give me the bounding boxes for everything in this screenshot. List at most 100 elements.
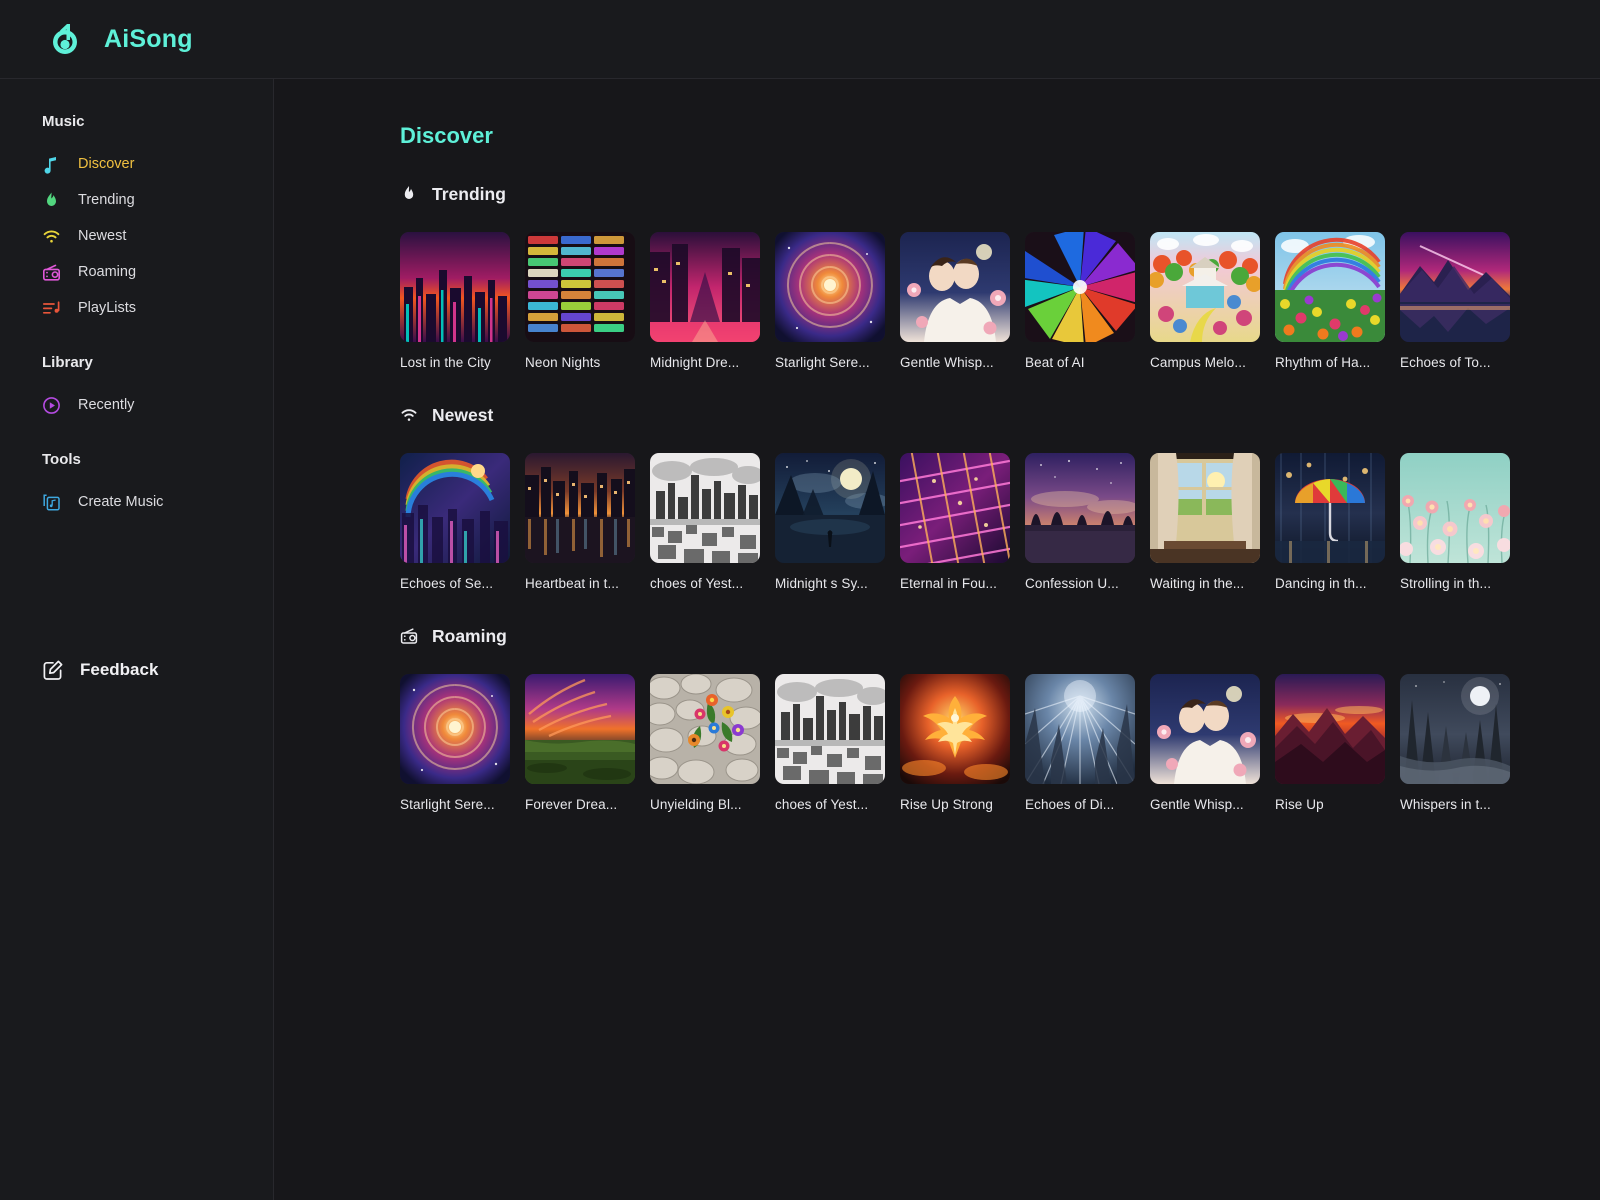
song-card[interactable]: Starlight Sere...	[775, 232, 885, 370]
song-card[interactable]: Echoes of To...	[1400, 232, 1510, 370]
album-art[interactable]	[1025, 453, 1135, 563]
card-title: Beat of AI	[1025, 355, 1085, 370]
card-title: Midnight s Sy...	[775, 576, 868, 591]
album-art[interactable]	[1400, 453, 1510, 563]
album-art[interactable]	[1025, 232, 1135, 342]
flame-icon	[42, 191, 61, 210]
album-art[interactable]	[1150, 232, 1260, 342]
card-title: Waiting in the...	[1150, 576, 1245, 591]
album-art[interactable]	[900, 232, 1010, 342]
song-card[interactable]: Echoes of Di...	[1025, 674, 1135, 812]
card-row-newest: Echoes of Se... Heartbeat in t... choes …	[400, 453, 1600, 591]
song-card[interactable]: Heartbeat in t...	[525, 453, 635, 591]
card-title: Starlight Sere...	[775, 355, 870, 370]
album-art[interactable]	[650, 453, 760, 563]
song-card[interactable]: Rise Up Strong	[900, 674, 1010, 812]
sidebar-item-recently[interactable]: Recently	[0, 387, 273, 423]
song-card[interactable]: Gentle Whisp...	[1150, 674, 1260, 812]
song-card[interactable]: Starlight Sere...	[400, 674, 510, 812]
section-newest: Newest Echoes of Se... Heartbeat in t...…	[400, 403, 1600, 591]
page-title: Discover	[400, 123, 493, 148]
album-art[interactable]	[900, 674, 1010, 784]
section-title: Newest	[432, 404, 494, 425]
sidebar-group-tools: Tools Create Music	[0, 451, 273, 520]
card-title: Echoes of Di...	[1025, 797, 1115, 812]
album-art[interactable]	[1400, 232, 1510, 342]
section-header: Newest	[400, 403, 1600, 427]
radio-icon	[42, 263, 61, 282]
song-card[interactable]: Neon Nights	[525, 232, 635, 370]
sidebar-item-label: Trending	[78, 192, 135, 208]
album-art[interactable]	[1275, 453, 1385, 563]
album-art[interactable]	[1150, 453, 1260, 563]
sidebar-group-music: Music Discover Trending Newest Roaming P…	[0, 113, 273, 326]
section-header: Trending	[400, 182, 1600, 206]
card-title: Gentle Whisp...	[1150, 797, 1244, 812]
section-roaming: Roaming Starlight Sere... Forever Drea..…	[400, 624, 1600, 812]
card-row-trending: Lost in the City Neon Nights Midnight Dr…	[400, 232, 1600, 370]
music-note-b-logo-icon[interactable]	[46, 20, 84, 58]
sidebar-group-title-music: Music	[42, 113, 85, 130]
album-art[interactable]	[775, 453, 885, 563]
album-art[interactable]	[400, 674, 510, 784]
card-title: Confession U...	[1025, 576, 1119, 591]
card-title: Whispers in t...	[1400, 797, 1491, 812]
album-art[interactable]	[650, 674, 760, 784]
song-card[interactable]: Midnight s Sy...	[775, 453, 885, 591]
card-title: Strolling in th...	[1400, 576, 1492, 591]
album-art[interactable]	[1275, 674, 1385, 784]
album-art[interactable]	[525, 674, 635, 784]
song-card[interactable]: Rise Up	[1275, 674, 1385, 812]
sidebar-item-label: Newest	[78, 228, 127, 244]
song-card[interactable]: Rhythm of Ha...	[1275, 232, 1385, 370]
card-title: Echoes of To...	[1400, 355, 1491, 370]
song-card[interactable]: Echoes of Se...	[400, 453, 510, 591]
song-card[interactable]: Eternal in Fou...	[900, 453, 1010, 591]
song-card[interactable]: Unyielding Bl...	[650, 674, 760, 812]
sidebar-item-create-music[interactable]: Create Music	[0, 484, 273, 520]
album-art[interactable]	[775, 232, 885, 342]
song-card[interactable]: Waiting in the...	[1150, 453, 1260, 591]
album-art[interactable]	[525, 232, 635, 342]
card-title: Gentle Whisp...	[900, 355, 994, 370]
brand-name: AiSong	[104, 24, 193, 53]
album-art[interactable]	[900, 453, 1010, 563]
sidebar-item-roaming[interactable]: Roaming	[0, 254, 273, 290]
album-art[interactable]	[525, 453, 635, 563]
song-card[interactable]: Gentle Whisp...	[900, 232, 1010, 370]
sidebar-item-newest[interactable]: Newest	[0, 218, 273, 254]
album-art[interactable]	[650, 232, 760, 342]
edit-square-icon	[42, 659, 64, 681]
album-art[interactable]	[400, 232, 510, 342]
song-card[interactable]: Lost in the City	[400, 232, 510, 370]
card-title: Rhythm of Ha...	[1275, 355, 1371, 370]
album-art[interactable]	[1025, 674, 1135, 784]
song-card[interactable]: Beat of AI	[1025, 232, 1135, 370]
song-card[interactable]: Whispers in t...	[1400, 674, 1510, 812]
song-card[interactable]: Campus Melo...	[1150, 232, 1260, 370]
album-art[interactable]	[1400, 674, 1510, 784]
album-art[interactable]	[400, 453, 510, 563]
section-trending: Trending Lost in the City Neon Nights Mi…	[400, 182, 1600, 370]
album-art[interactable]	[775, 674, 885, 784]
play-circle-icon	[42, 396, 61, 415]
feedback-label: Feedback	[80, 660, 159, 679]
album-art[interactable]	[1275, 232, 1385, 342]
song-card[interactable]: Midnight Dre...	[650, 232, 760, 370]
card-title: Neon Nights	[525, 355, 601, 370]
song-card[interactable]: Confession U...	[1025, 453, 1135, 591]
sidebar-item-discover[interactable]: Discover	[0, 146, 273, 182]
song-card[interactable]: Dancing in th...	[1275, 453, 1385, 591]
section-header: Roaming	[400, 624, 1600, 648]
radio-icon	[400, 627, 418, 645]
card-title: Dancing in th...	[1275, 576, 1367, 591]
sidebar-item-playlists[interactable]: PlayLists	[0, 290, 273, 326]
sidebar-item-trending[interactable]: Trending	[0, 182, 273, 218]
album-art[interactable]	[1150, 674, 1260, 784]
song-card[interactable]: choes of Yest...	[650, 453, 760, 591]
song-card[interactable]: choes of Yest...	[775, 674, 885, 812]
song-card[interactable]: Strolling in th...	[1400, 453, 1510, 591]
song-card[interactable]: Forever Drea...	[525, 674, 635, 812]
sidebar-item-label: PlayLists	[78, 300, 137, 316]
feedback-button[interactable]: Feedback	[0, 659, 158, 681]
